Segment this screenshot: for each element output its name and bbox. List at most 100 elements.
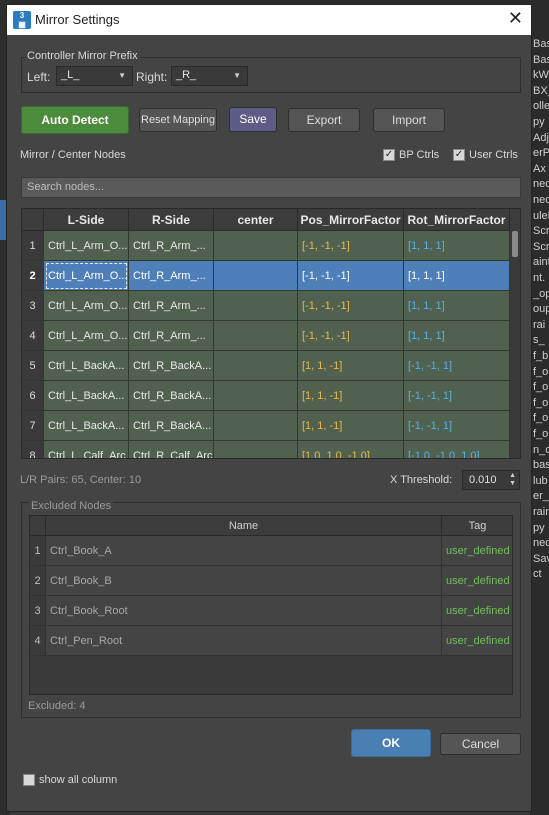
- mirror-settings-dialog: 3 ▦ Mirror Settings ✕ Controller Mirror P…: [6, 4, 532, 812]
- column-header-tag[interactable]: Tag: [442, 516, 512, 536]
- row-index[interactable]: 1: [30, 536, 46, 566]
- row-index[interactable]: 2: [30, 566, 46, 596]
- row-index[interactable]: 1: [22, 231, 44, 261]
- l-side-cell[interactable]: Ctrl_L_Arm_O...: [44, 231, 129, 261]
- rot-mirror-factor-cell[interactable]: [1, 1, 1]: [404, 231, 510, 261]
- column-header-rot-mirror-factor[interactable]: Rot_MirrorFactor: [404, 209, 510, 231]
- excluded-row[interactable]: 1 Ctrl_Book_A user_defined: [30, 536, 512, 566]
- pos-mirror-factor-cell[interactable]: [-1, -1, -1]: [298, 231, 404, 261]
- center-cell[interactable]: [214, 351, 298, 381]
- rot-mirror-factor-cell[interactable]: [1, 1, 1]: [404, 321, 510, 351]
- r-side-cell[interactable]: Ctrl_R_Arm_...: [129, 321, 214, 351]
- excluded-tag-cell[interactable]: user_defined: [442, 626, 512, 656]
- spin-arrows-icon[interactable]: ▲ ▼: [509, 472, 516, 488]
- pos-mirror-factor-cell[interactable]: [-1, -1, -1]: [298, 321, 404, 351]
- r-side-cell[interactable]: Ctrl_R_BackA...: [129, 351, 214, 381]
- column-header-pos-mirror-factor[interactable]: Pos_MirrorFactor: [298, 209, 404, 231]
- excluded-name-cell[interactable]: Ctrl_Book_Root: [46, 596, 442, 626]
- l-side-cell[interactable]: Ctrl_L_Arm_O...: [44, 291, 129, 321]
- pos-mirror-factor-cell[interactable]: [1, 1, -1]: [298, 351, 404, 381]
- excluded-row[interactable]: 2 Ctrl_Book_B user_defined: [30, 566, 512, 596]
- excluded-row[interactable]: 4 Ctrl_Pen_Root user_defined: [30, 626, 512, 656]
- row-index[interactable]: 3: [30, 596, 46, 626]
- pos-mirror-factor-cell[interactable]: [1, 1, -1]: [298, 381, 404, 411]
- center-cell[interactable]: [214, 231, 298, 261]
- row-index[interactable]: 7: [22, 411, 44, 441]
- right-prefix-select[interactable]: _R_ ▼: [171, 66, 248, 86]
- user-ctrls-checkbox[interactable]: ✓: [453, 149, 465, 161]
- search-nodes-input[interactable]: Search nodes...: [21, 177, 521, 198]
- l-side-cell[interactable]: Ctrl_L_BackA...: [44, 411, 129, 441]
- excluded-name-cell[interactable]: Ctrl_Pen_Root: [46, 626, 442, 656]
- pos-mirror-factor-cell[interactable]: [-1, -1, -1]: [298, 261, 404, 291]
- bp-ctrls-checkbox[interactable]: ✓: [383, 149, 395, 161]
- save-button[interactable]: Save: [229, 107, 277, 132]
- l-side-cell[interactable]: Ctrl_L_BackA...: [44, 381, 129, 411]
- rot-mirror-factor-cell[interactable]: [-1, -1, 1]: [404, 351, 510, 381]
- table-row[interactable]: 7 Ctrl_L_BackA... Ctrl_R_BackA... [1, 1, -1…: [22, 411, 510, 441]
- rot-mirror-factor-cell[interactable]: [1, 1, 1]: [404, 291, 510, 321]
- row-index[interactable]: 6: [22, 381, 44, 411]
- table-row[interactable]: 6 Ctrl_L_BackA... Ctrl_R_BackA... [1, 1, -1…: [22, 381, 510, 411]
- rot-mirror-factor-cell[interactable]: [-1, -1, 1]: [404, 381, 510, 411]
- mirror-center-nodes-label: Mirror / Center Nodes: [20, 149, 126, 161]
- r-side-cell[interactable]: Ctrl_R_Calf_Arc: [129, 441, 214, 458]
- l-side-cell[interactable]: Ctrl_L_Calf_Arc: [44, 441, 129, 458]
- auto-detect-button[interactable]: Auto Detect: [21, 106, 129, 134]
- table-scrollbar[interactable]: [510, 231, 520, 458]
- center-cell[interactable]: [214, 261, 298, 291]
- scrollbar-thumb[interactable]: [512, 231, 518, 257]
- row-index[interactable]: 3: [22, 291, 44, 321]
- row-index[interactable]: 4: [22, 321, 44, 351]
- center-cell[interactable]: [214, 321, 298, 351]
- r-side-cell[interactable]: Ctrl_R_BackA...: [129, 411, 214, 441]
- cancel-button[interactable]: Cancel: [440, 733, 521, 755]
- r-side-cell[interactable]: Ctrl_R_BackA...: [129, 381, 214, 411]
- x-threshold-spinbox[interactable]: 0.010 ▲ ▼: [462, 470, 520, 490]
- import-button[interactable]: Import: [373, 108, 445, 132]
- export-button[interactable]: Export: [288, 108, 360, 132]
- r-side-cell[interactable]: Ctrl_R_Arm_...: [129, 261, 214, 291]
- left-prefix-select[interactable]: _L_ ▼: [56, 66, 133, 86]
- excluded-row[interactable]: 3 Ctrl_Book_Root user_defined: [30, 596, 512, 626]
- ok-button[interactable]: OK: [351, 729, 431, 757]
- row-index[interactable]: 5: [22, 351, 44, 381]
- r-side-cell[interactable]: Ctrl_R_Arm_...: [129, 291, 214, 321]
- row-index[interactable]: 8: [22, 441, 44, 458]
- column-header-name[interactable]: Name: [46, 516, 442, 536]
- rot-mirror-factor-cell[interactable]: [-1, -1, 1]: [404, 411, 510, 441]
- pos-mirror-factor-cell[interactable]: [1, 1, -1]: [298, 411, 404, 441]
- table-row[interactable]: 2 Ctrl_L_Arm_O... Ctrl_R_Arm_... [-1, -1, -…: [22, 261, 510, 291]
- center-cell[interactable]: [214, 381, 298, 411]
- pos-mirror-factor-cell[interactable]: [1.0, 1.0, -1.0]: [298, 441, 404, 458]
- l-side-cell[interactable]: Ctrl_L_Arm_O...: [44, 321, 129, 351]
- table-row[interactable]: 8 Ctrl_L_Calf_Arc Ctrl_R_Calf_Arc [1.0, 1.0…: [22, 441, 510, 458]
- title-bar[interactable]: 3 ▦ Mirror Settings ✕: [7, 5, 531, 35]
- table-row[interactable]: 5 Ctrl_L_BackA... Ctrl_R_BackA... [1, 1, -1…: [22, 351, 510, 381]
- row-index[interactable]: 4: [30, 626, 46, 656]
- row-index[interactable]: 2: [22, 261, 44, 291]
- excluded-tag-cell[interactable]: user_defined: [442, 566, 512, 596]
- l-side-cell[interactable]: Ctrl_L_Arm_O...: [44, 261, 129, 291]
- center-cell[interactable]: [214, 291, 298, 321]
- center-cell[interactable]: [214, 411, 298, 441]
- r-side-cell[interactable]: Ctrl_R_Arm_...: [129, 231, 214, 261]
- excluded-name-cell[interactable]: Ctrl_Book_B: [46, 566, 442, 596]
- pos-mirror-factor-cell[interactable]: [-1, -1, -1]: [298, 291, 404, 321]
- excluded-tag-cell[interactable]: user_defined: [442, 596, 512, 626]
- rot-mirror-factor-cell[interactable]: [-1.0, -1.0, 1.0]: [404, 441, 510, 458]
- excluded-tag-cell[interactable]: user_defined: [442, 536, 512, 566]
- table-row[interactable]: 4 Ctrl_L_Arm_O... Ctrl_R_Arm_... [-1, -1, -…: [22, 321, 510, 351]
- excluded-name-cell[interactable]: Ctrl_Book_A: [46, 536, 442, 566]
- table-row[interactable]: 1 Ctrl_L_Arm_O... Ctrl_R_Arm_... [-1, -1, -…: [22, 231, 510, 261]
- center-cell[interactable]: [214, 441, 298, 458]
- close-icon[interactable]: ✕: [508, 8, 523, 29]
- column-header-center[interactable]: center: [214, 209, 298, 231]
- l-side-cell[interactable]: Ctrl_L_BackA...: [44, 351, 129, 381]
- column-header-r-side[interactable]: R-Side: [129, 209, 214, 231]
- reset-mapping-button[interactable]: Reset Mapping: [139, 108, 217, 132]
- rot-mirror-factor-cell[interactable]: [1, 1, 1]: [404, 261, 510, 291]
- column-header-l-side[interactable]: L-Side: [44, 209, 129, 231]
- table-row[interactable]: 3 Ctrl_L_Arm_O... Ctrl_R_Arm_... [-1, -1, -…: [22, 291, 510, 321]
- show-all-column-checkbox[interactable]: [23, 774, 35, 786]
